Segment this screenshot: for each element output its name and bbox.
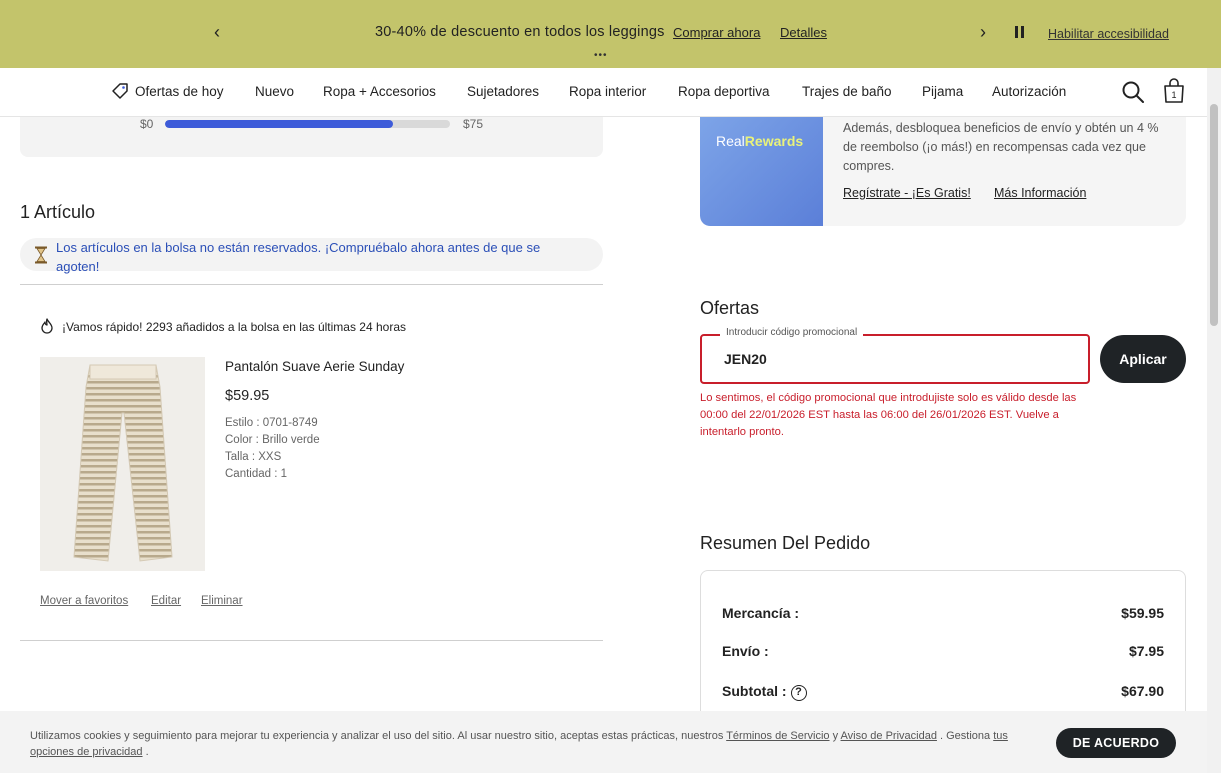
product-color: Color : Brillo verde — [225, 434, 320, 446]
page-scrollbar[interactable] — [1207, 68, 1221, 773]
nav-item-clothing[interactable]: Ropa + Accesorios — [323, 84, 436, 99]
shipping-value: $7.95 — [1128, 643, 1164, 659]
rewards-logo: RealRewards — [716, 133, 804, 149]
shop-now-link[interactable]: Comprar ahora — [673, 25, 760, 40]
move-to-favorites-link[interactable]: Mover a favoritos — [40, 595, 128, 607]
rewards-description: Además, desbloquea beneficios de envío y… — [843, 121, 1159, 173]
terms-link[interactable]: Términos de Servicio — [726, 730, 829, 742]
rewards-promo: RealRewards Además, desbloquea beneficio… — [700, 117, 1186, 226]
progress-fill — [165, 120, 393, 128]
pause-icon[interactable] — [1013, 26, 1025, 40]
privacy-link[interactable]: Aviso de Privacidad — [841, 730, 937, 742]
shopping-bag-icon[interactable]: 1 — [1162, 78, 1186, 104]
carousel-dots: ••• — [594, 50, 608, 61]
rewards-signup-link[interactable]: Regístrate - ¡Es Gratis! — [843, 186, 971, 200]
promo-code-label: Introducir código promocional — [720, 327, 864, 338]
rewards-card: RealRewards — [700, 117, 823, 226]
nav-item-underwear[interactable]: Ropa interior — [569, 84, 646, 99]
offers-title: Ofertas — [700, 298, 760, 318]
progress-max-label: $75 — [463, 117, 484, 131]
free-shipping-progress: $0 $75 — [20, 117, 603, 157]
notice-text: Los artículos en la bolsa no están reser… — [56, 240, 541, 274]
hourglass-icon — [35, 246, 47, 264]
cookie-banner: Utilizamos cookies y seguimiento para me… — [0, 711, 1207, 773]
order-summary: Mercancía : $59.95 Envío : $7.95 Subtota… — [700, 570, 1186, 730]
reservation-notice: Los artículos en la bolsa no están reser… — [20, 238, 603, 274]
subtotal-row: Subtotal :? — [722, 683, 807, 701]
nav-item-authorization[interactable]: Autorización — [992, 84, 1066, 99]
product-image[interactable] — [40, 357, 205, 571]
product-quantity: Cantidad : 1 — [225, 468, 288, 480]
promo-code-input[interactable] — [724, 348, 1064, 370]
nav-item-new[interactable]: Nuevo — [255, 84, 294, 99]
merchandise-value: $59.95 — [1121, 605, 1164, 621]
order-summary-title: Resumen Del Pedido — [700, 533, 871, 553]
promo-code-field[interactable]: Introducir código promocional — [700, 327, 1090, 384]
main-nav: Ofertas de hoy Nuevo Ropa + Accesorios S… — [0, 68, 1207, 117]
popularity-text: ¡Vamos rápido! 2293 añadidos a la bolsa … — [62, 320, 406, 334]
product-name[interactable]: Pantalón Suave Aerie Sunday — [225, 359, 404, 374]
promo-banner: ‹ 30-40% de descuento en todos los leggi… — [0, 0, 1221, 68]
product-size: Talla : XXS — [225, 451, 282, 463]
details-link[interactable]: Detalles — [780, 25, 827, 40]
flame-icon — [41, 318, 53, 334]
popularity-message: ¡Vamos rápido! 2293 añadidos a la bolsa … — [40, 318, 406, 334]
progress-track — [165, 120, 450, 128]
bag-count: 1 — [1171, 90, 1176, 100]
nav-item-deals[interactable]: Ofertas de hoy — [135, 84, 224, 99]
shipping-label: Envío : — [722, 643, 769, 659]
subtotal-label: Subtotal : — [722, 683, 787, 699]
chevron-right-icon[interactable]: › — [980, 22, 986, 43]
divider — [20, 284, 603, 285]
scrollbar-thumb[interactable] — [1210, 104, 1218, 326]
remove-link[interactable]: Eliminar — [201, 595, 243, 607]
progress-min-label: $0 — [140, 117, 154, 131]
promo-message: 30-40% de descuento en todos los legging… — [375, 24, 665, 40]
nav-item-swimwear[interactable]: Trajes de baño — [802, 84, 892, 99]
merchandise-label: Mercancía : — [722, 605, 800, 621]
search-icon[interactable] — [1121, 80, 1145, 104]
rewards-more-info-link[interactable]: Más Información — [994, 186, 1086, 200]
product-price: $59.95 — [225, 388, 270, 404]
nav-item-bras[interactable]: Sujetadores — [467, 84, 539, 99]
cart-item-count: 1 Artículo — [20, 202, 96, 222]
tag-icon — [112, 83, 128, 99]
nav-item-pajamas[interactable]: Pijama — [922, 84, 963, 99]
cookie-text: Utilizamos cookies y seguimiento para me… — [30, 730, 1008, 758]
divider — [20, 640, 603, 641]
product-style: Estilo : 0701-8749 — [225, 417, 318, 429]
edit-link[interactable]: Editar — [151, 595, 181, 607]
apply-promo-button[interactable]: Aplicar — [1100, 335, 1186, 383]
help-icon[interactable]: ? — [790, 685, 807, 701]
nav-item-activewear[interactable]: Ropa deportiva — [678, 84, 770, 99]
accept-cookies-button[interactable]: DE ACUERDO — [1056, 728, 1176, 758]
accessibility-link[interactable]: Habilitar accesibilidad — [1048, 27, 1169, 41]
chevron-left-icon[interactable]: ‹ — [214, 22, 220, 43]
subtotal-value: $67.90 — [1121, 683, 1164, 699]
promo-error-message: Lo sentimos, el código promocional que i… — [700, 392, 1077, 438]
